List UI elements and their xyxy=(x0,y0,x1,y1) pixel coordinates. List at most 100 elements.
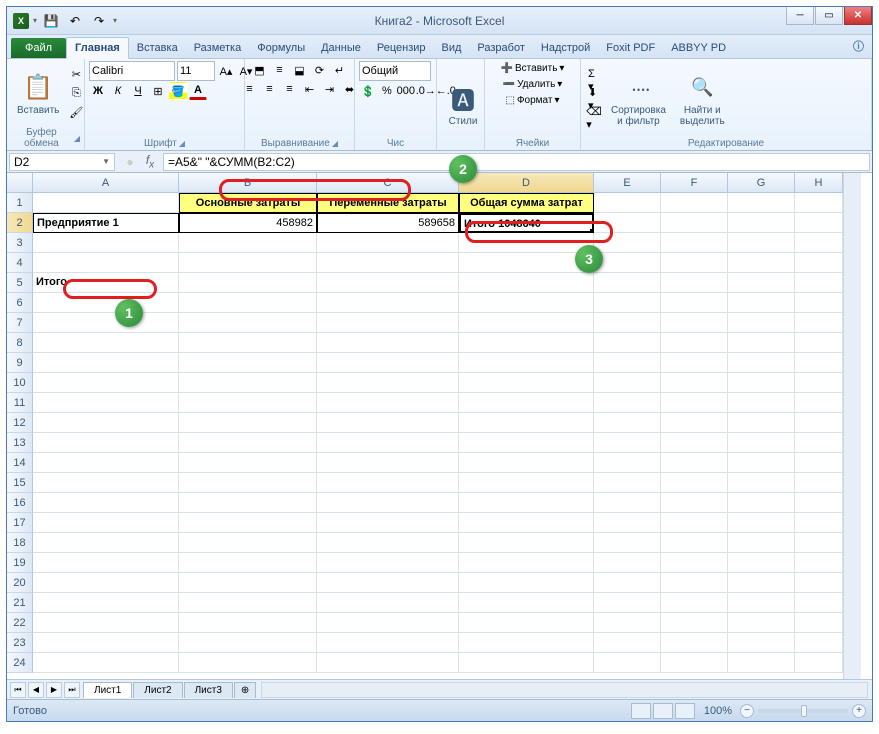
cell-f23[interactable] xyxy=(661,633,728,653)
cell-a17[interactable] xyxy=(33,513,179,533)
cell-d12[interactable] xyxy=(459,413,594,433)
zoom-slider[interactable] xyxy=(758,709,848,713)
cell-a11[interactable] xyxy=(33,393,179,413)
cut-button[interactable]: ✂ xyxy=(67,66,85,84)
cell-e6[interactable] xyxy=(594,293,661,313)
cell-f8[interactable] xyxy=(661,333,728,353)
cell-g9[interactable] xyxy=(728,353,795,373)
col-header-b[interactable]: B xyxy=(179,173,317,193)
sheet-tab-1[interactable]: Лист1 xyxy=(83,682,132,698)
cell-e13[interactable] xyxy=(594,433,661,453)
cell-d16[interactable] xyxy=(459,493,594,513)
cell-f9[interactable] xyxy=(661,353,728,373)
font-launcher[interactable]: ◢ xyxy=(179,139,185,148)
col-header-g[interactable]: G xyxy=(728,173,795,193)
grow-font-button[interactable]: A▴ xyxy=(217,62,235,80)
row-header-1[interactable]: 1 xyxy=(7,193,33,213)
row-header-16[interactable]: 16 xyxy=(7,493,33,513)
cell-h3[interactable] xyxy=(795,233,843,253)
cell-h20[interactable] xyxy=(795,573,843,593)
cell-a12[interactable] xyxy=(33,413,179,433)
italic-button[interactable]: К xyxy=(109,82,127,100)
cell-h5[interactable] xyxy=(795,273,843,293)
select-all-corner[interactable] xyxy=(7,173,33,193)
cell-g11[interactable] xyxy=(728,393,795,413)
formula-input[interactable]: =A5&" "&СУММ(B2:C2) xyxy=(163,153,870,171)
cell-a6[interactable] xyxy=(33,293,179,313)
cell-d5[interactable] xyxy=(459,273,594,293)
cell-b21[interactable] xyxy=(179,593,317,613)
tab-home[interactable]: Главная xyxy=(66,37,129,59)
cell-b23[interactable] xyxy=(179,633,317,653)
cell-g7[interactable] xyxy=(728,313,795,333)
cell-b8[interactable] xyxy=(179,333,317,353)
cell-g13[interactable] xyxy=(728,433,795,453)
cell-g23[interactable] xyxy=(728,633,795,653)
row-header-21[interactable]: 21 xyxy=(7,593,33,613)
cell-d21[interactable] xyxy=(459,593,594,613)
col-header-a[interactable]: A xyxy=(33,173,179,193)
cell-f10[interactable] xyxy=(661,373,728,393)
cell-h21[interactable] xyxy=(795,593,843,613)
cell-d8[interactable] xyxy=(459,333,594,353)
cell-f19[interactable] xyxy=(661,553,728,573)
cell-g1[interactable] xyxy=(728,193,795,213)
align-left-button[interactable]: ≡ xyxy=(241,80,259,98)
tab-formulas[interactable]: Формулы xyxy=(249,38,313,58)
sheet-nav-next[interactable]: ▶ xyxy=(46,682,62,698)
cell-f13[interactable] xyxy=(661,433,728,453)
sheet-tab-2[interactable]: Лист2 xyxy=(133,682,182,698)
cell-d11[interactable] xyxy=(459,393,594,413)
cell-h9[interactable] xyxy=(795,353,843,373)
cell-g6[interactable] xyxy=(728,293,795,313)
cell-g4[interactable] xyxy=(728,253,795,273)
horizontal-scrollbar[interactable] xyxy=(261,682,868,698)
cell-d6[interactable] xyxy=(459,293,594,313)
redo-button[interactable]: ↷ xyxy=(89,11,109,31)
fx-cancel-icon[interactable]: ● xyxy=(121,153,139,171)
cell-e20[interactable] xyxy=(594,573,661,593)
cell-e1[interactable] xyxy=(594,193,661,213)
cell-h23[interactable] xyxy=(795,633,843,653)
cell-b10[interactable] xyxy=(179,373,317,393)
cell-e8[interactable] xyxy=(594,333,661,353)
format-painter-button[interactable]: 🖌 xyxy=(67,104,85,122)
number-format-select[interactable] xyxy=(359,61,431,81)
cell-c7[interactable] xyxy=(317,313,459,333)
row-header-2[interactable]: 2 xyxy=(7,213,33,233)
cell-c4[interactable] xyxy=(317,253,459,273)
cell-b7[interactable] xyxy=(179,313,317,333)
cell-g12[interactable] xyxy=(728,413,795,433)
inc-decimal-button[interactable]: .0→ xyxy=(417,82,435,100)
sort-filter-button[interactable]: ᠁ Сортировка и фильтр xyxy=(605,67,672,131)
wrap-text-button[interactable]: ↵ xyxy=(331,61,349,79)
cell-b3[interactable] xyxy=(179,233,317,253)
cell-d7[interactable] xyxy=(459,313,594,333)
tab-layout[interactable]: Разметка xyxy=(186,38,250,58)
cell-h10[interactable] xyxy=(795,373,843,393)
cell-c11[interactable] xyxy=(317,393,459,413)
cell-f7[interactable] xyxy=(661,313,728,333)
currency-button[interactable]: 💲 xyxy=(359,82,377,100)
cell-d3[interactable] xyxy=(459,233,594,253)
cell-d24[interactable] xyxy=(459,653,594,673)
cell-h2[interactable] xyxy=(795,213,843,233)
insert-cells-button[interactable]: ➕Вставить ▾ xyxy=(489,61,576,76)
row-header-24[interactable]: 24 xyxy=(7,653,33,673)
tab-insert[interactable]: Вставка xyxy=(129,38,186,58)
cell-e24[interactable] xyxy=(594,653,661,673)
cell-a22[interactable] xyxy=(33,613,179,633)
copy-button[interactable]: ⎘ xyxy=(67,85,85,103)
cell-g2[interactable] xyxy=(728,213,795,233)
cell-a9[interactable] xyxy=(33,353,179,373)
close-button[interactable]: ✕ xyxy=(844,7,872,25)
align-center-button[interactable]: ≡ xyxy=(261,80,279,98)
cell-b22[interactable] xyxy=(179,613,317,633)
cell-c8[interactable] xyxy=(317,333,459,353)
comma-button[interactable]: 000 xyxy=(397,82,415,100)
cell-f15[interactable] xyxy=(661,473,728,493)
cell-h11[interactable] xyxy=(795,393,843,413)
cell-e7[interactable] xyxy=(594,313,661,333)
cell-h14[interactable] xyxy=(795,453,843,473)
cell-f20[interactable] xyxy=(661,573,728,593)
